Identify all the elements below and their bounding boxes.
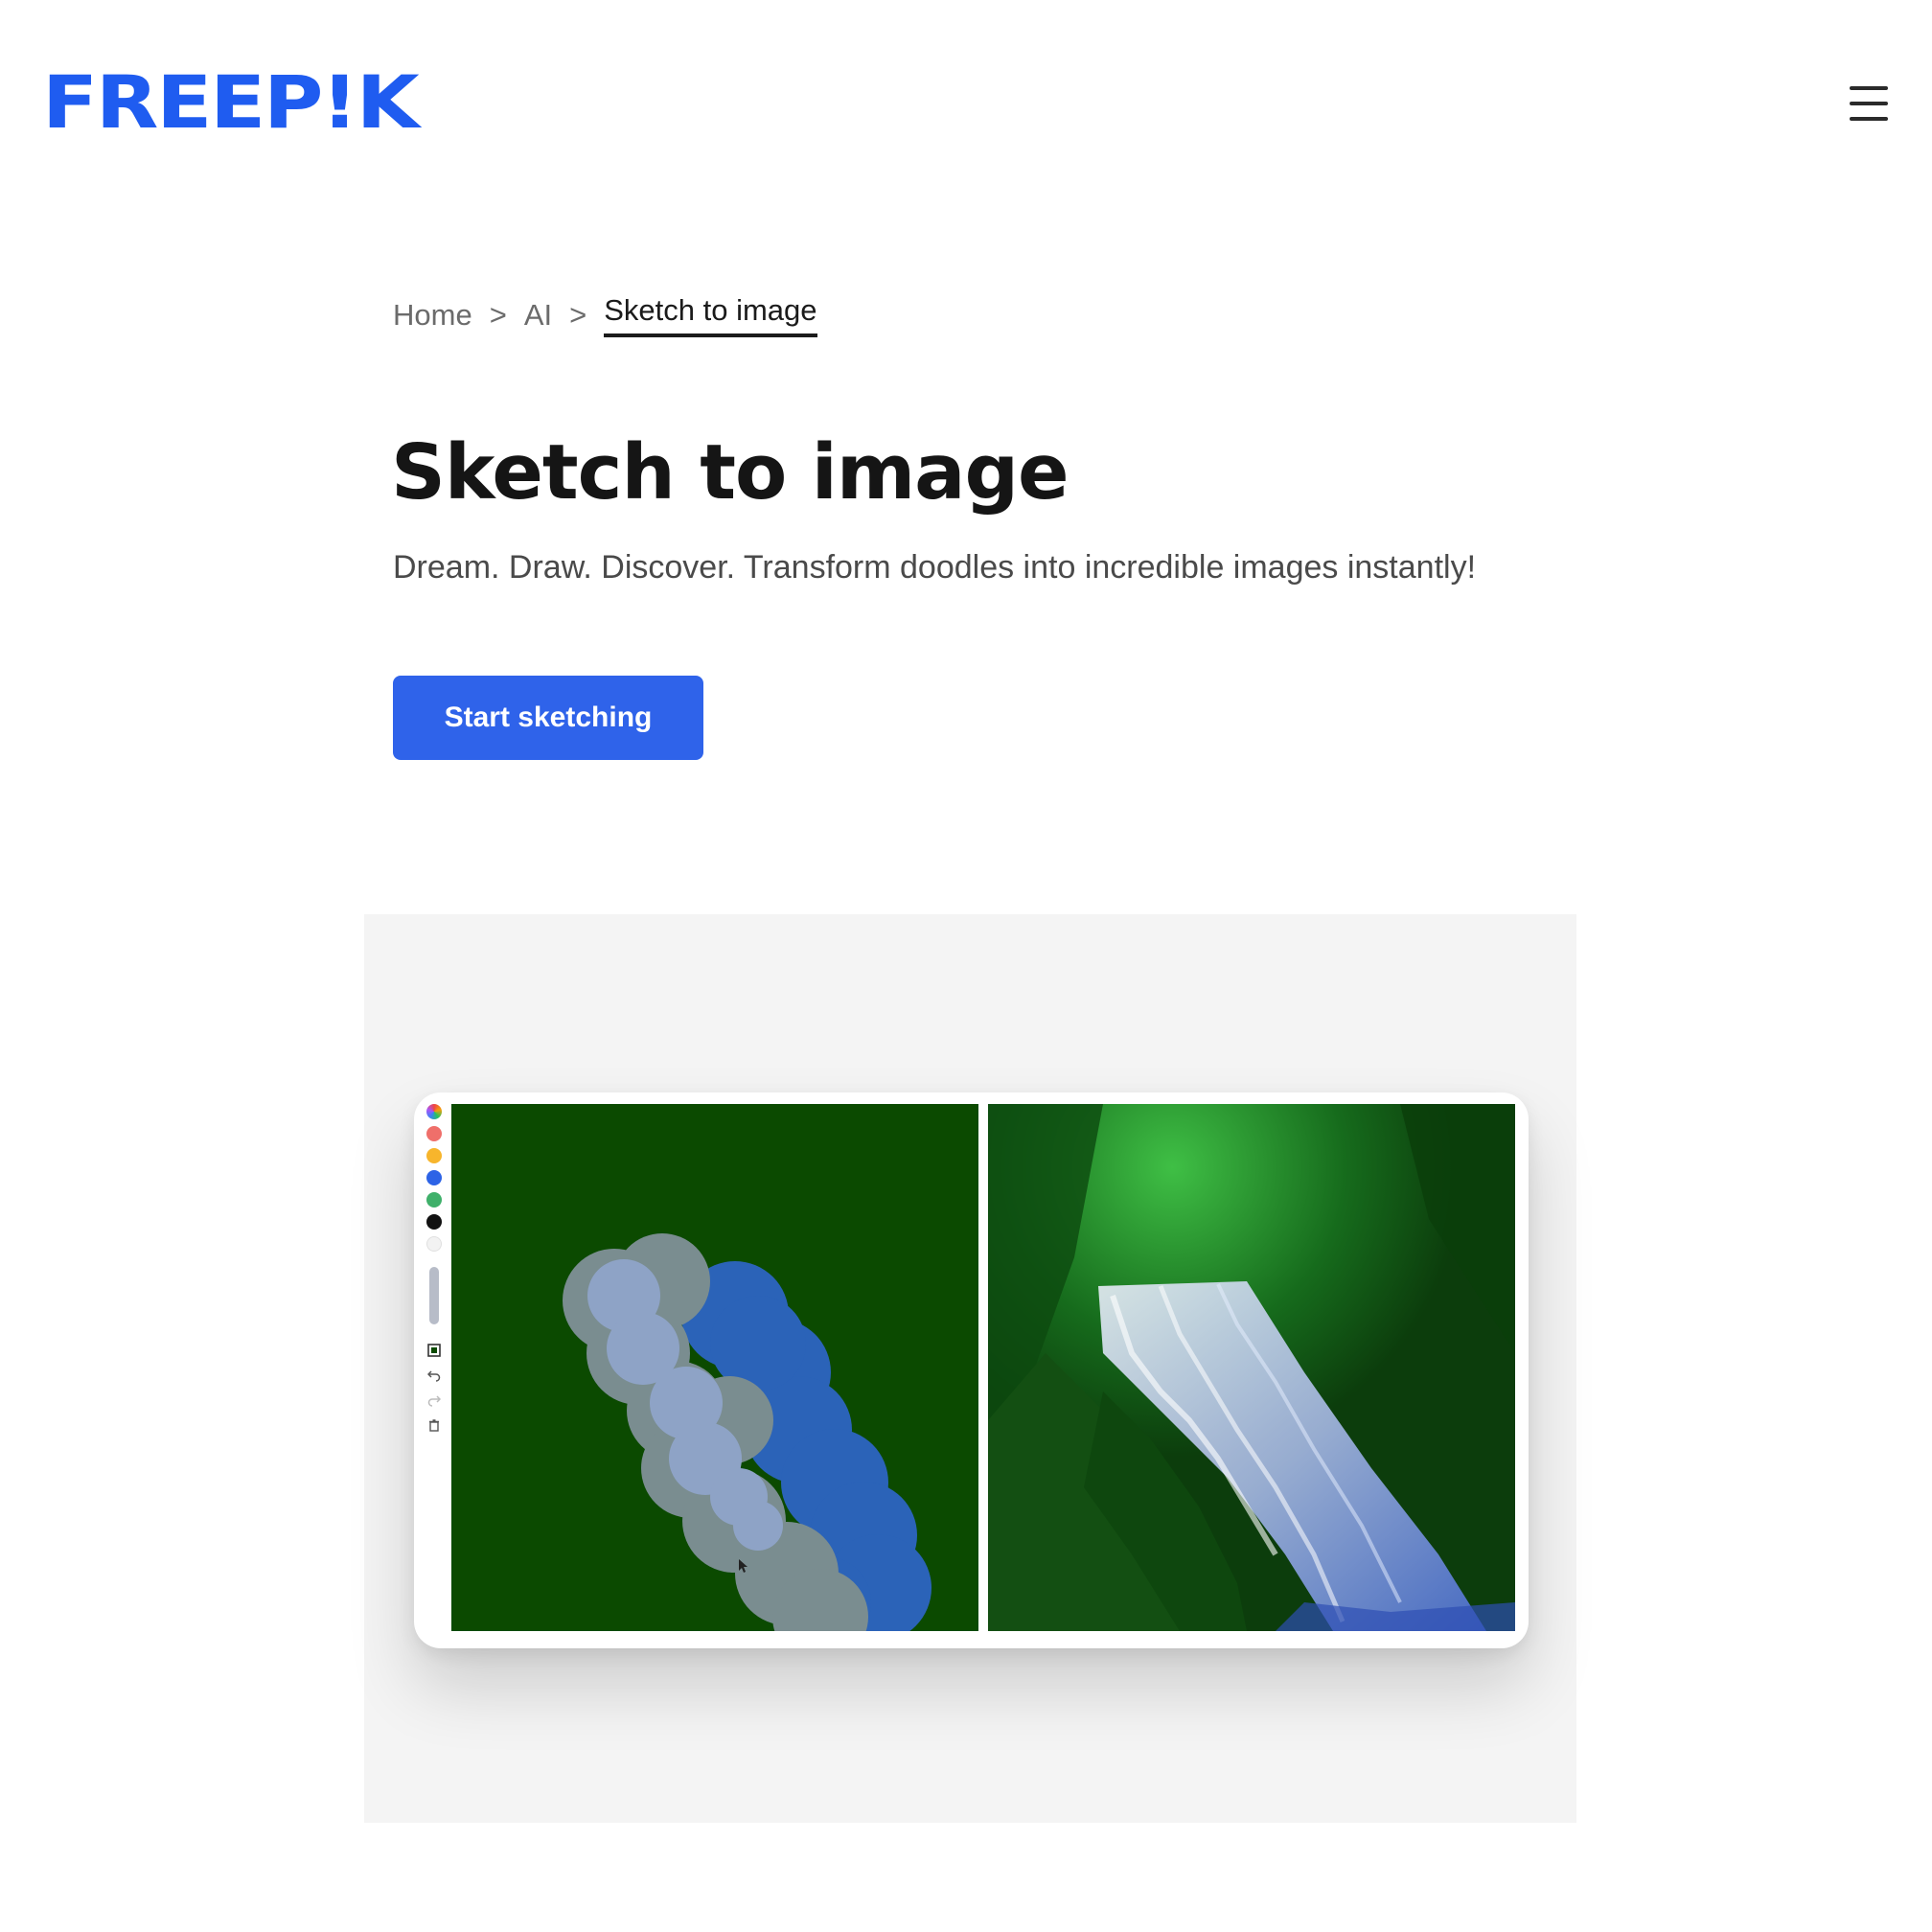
- trash-icon[interactable]: [426, 1418, 443, 1436]
- redo-icon[interactable]: [426, 1393, 443, 1411]
- swatch-black[interactable]: [426, 1214, 442, 1230]
- preview-image: [364, 914, 1576, 1823]
- waterfall-image: [988, 1104, 1515, 1631]
- swatch-white[interactable]: [426, 1236, 442, 1252]
- breadcrumb-separator: >: [569, 298, 587, 332]
- swatch-multicolor[interactable]: [426, 1104, 442, 1119]
- menu-line: [1850, 86, 1888, 90]
- breadcrumb-ai[interactable]: AI: [524, 298, 552, 333]
- breadcrumb-current: Sketch to image: [604, 293, 817, 337]
- swatch-green[interactable]: [426, 1192, 442, 1208]
- hamburger-icon[interactable]: [1850, 86, 1888, 121]
- menu-line: [1850, 117, 1888, 121]
- freepik-logo[interactable]: FREEP!K: [42, 66, 420, 139]
- sketch-strokes: [563, 1233, 932, 1631]
- menu-line: [1850, 102, 1888, 105]
- breadcrumb-separator: >: [489, 298, 507, 332]
- swatch-red[interactable]: [426, 1126, 442, 1141]
- sketch-app-window: [414, 1092, 1529, 1648]
- swatch-blue[interactable]: [426, 1170, 442, 1185]
- swatch-orange[interactable]: [426, 1148, 442, 1163]
- start-sketching-button[interactable]: Start sketching: [393, 676, 703, 760]
- breadcrumb: Home > AI > Sketch to image: [393, 293, 817, 337]
- page-subtitle: Dream. Draw. Discover. Transform doodles…: [393, 549, 1477, 586]
- undo-icon[interactable]: [426, 1368, 443, 1386]
- generated-image: [988, 1104, 1515, 1631]
- sketch-canvas[interactable]: [451, 1104, 978, 1631]
- site-header: FREEP!K: [0, 0, 1932, 206]
- sketch-toolbar: [426, 1104, 443, 1432]
- breadcrumb-home[interactable]: Home: [393, 298, 472, 333]
- brush-size-slider[interactable]: [429, 1267, 439, 1324]
- color-picker-icon[interactable]: [426, 1344, 443, 1361]
- page-title: Sketch to image: [391, 428, 1070, 517]
